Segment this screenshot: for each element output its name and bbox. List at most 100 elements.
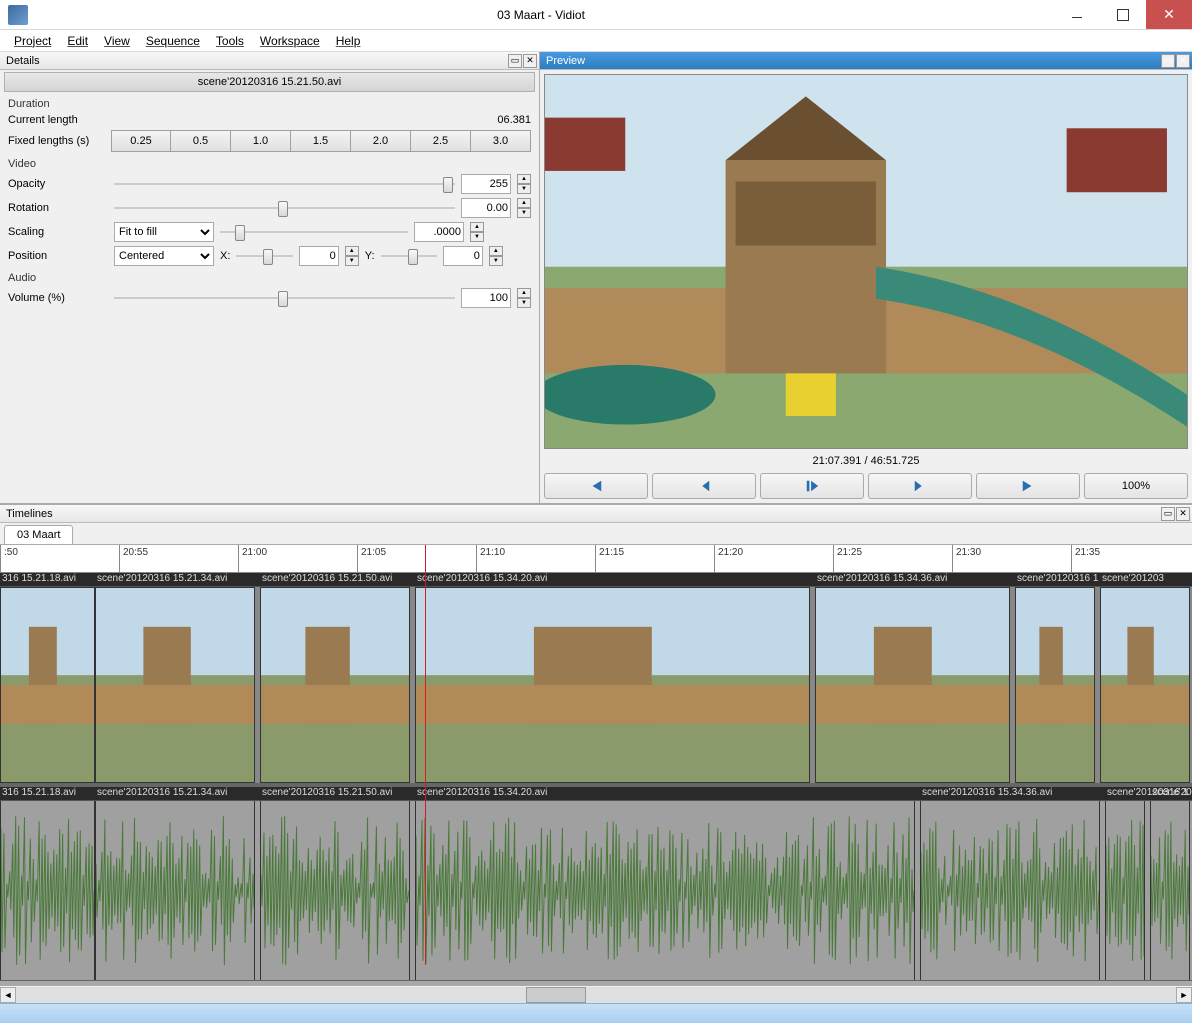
video-clip-label: scene'20120316 15.21.34.avi <box>95 573 227 584</box>
audio-clip[interactable] <box>415 801 915 980</box>
audio-clip[interactable] <box>0 801 95 980</box>
details-dock-button[interactable]: ▭ <box>508 54 522 68</box>
audio-clip-label: scene'201203 <box>1150 787 1192 798</box>
video-clip-label: scene'20120316 15.34.20.avi <box>415 573 547 584</box>
len-btn-1[interactable]: 0.5 <box>171 130 231 152</box>
zoom-level[interactable]: 100% <box>1084 473 1188 499</box>
video-clip[interactable] <box>1015 587 1095 783</box>
scaling-spin[interactable]: ▲▼ <box>470 222 484 242</box>
audio-clip[interactable] <box>1150 801 1190 980</box>
audio-clip[interactable] <box>95 801 255 980</box>
len-btn-3[interactable]: 1.5 <box>291 130 351 152</box>
rotation-spin[interactable]: ▲▼ <box>517 198 531 218</box>
audio-clip[interactable] <box>1105 801 1145 980</box>
current-length-value: 06.381 <box>497 114 531 126</box>
menu-edit[interactable]: Edit <box>61 32 94 50</box>
audio-clip[interactable] <box>920 801 1100 980</box>
pos-y-value[interactable] <box>443 246 483 266</box>
audio-clip[interactable] <box>260 801 410 980</box>
audio-clip-label: scene'20120316 15.21.50.avi <box>260 787 392 798</box>
len-btn-5[interactable]: 2.5 <box>411 130 471 152</box>
menu-sequence[interactable]: Sequence <box>140 32 206 50</box>
scroll-left-button[interactable]: ◄ <box>0 987 16 1003</box>
video-clip[interactable] <box>815 587 1010 783</box>
pos-y-spin[interactable]: ▲▼ <box>489 246 503 266</box>
volume-slider[interactable] <box>114 289 455 307</box>
position-mode[interactable]: Centered <box>114 246 214 266</box>
video-clip[interactable] <box>1100 587 1190 783</box>
go-start-button[interactable] <box>544 473 648 499</box>
details-header[interactable]: Details ▭ ✕ <box>0 52 539 70</box>
ruler-tick: 21:30 <box>952 545 981 573</box>
scroll-thumb[interactable] <box>526 987 586 1003</box>
timeline-tab[interactable]: 03 Maart <box>4 525 73 544</box>
opacity-spin[interactable]: ▲▼ <box>517 174 531 194</box>
timelines-panel: Timelines ▭ ✕ 03 Maart :5020:5521:0021:0… <box>0 504 1192 1003</box>
next-frame-button[interactable] <box>868 473 972 499</box>
len-btn-6[interactable]: 3.0 <box>471 130 531 152</box>
timeline-body[interactable]: :5020:5521:0021:0521:1021:1521:2021:2521… <box>0 545 1192 985</box>
preview-header[interactable]: Preview ▭ ✕ <box>540 52 1192 70</box>
ruler-tick: 21:20 <box>714 545 743 573</box>
pos-y-slider[interactable] <box>381 247 437 265</box>
video-clip[interactable] <box>415 587 810 783</box>
minimize-button[interactable] <box>1054 0 1100 29</box>
timelines-header[interactable]: Timelines ▭ ✕ <box>0 505 1192 523</box>
scaling-value[interactable] <box>414 222 464 242</box>
ruler-tick: 21:25 <box>833 545 862 573</box>
go-end-button[interactable] <box>976 473 1080 499</box>
video-clip-labels: 316 15.21.18.avi scene'20120316 15.21.34.… <box>0 573 1192 587</box>
opacity-value[interactable] <box>461 174 511 194</box>
pos-x-spin[interactable]: ▲▼ <box>345 246 359 266</box>
volume-spin[interactable]: ▲▼ <box>517 288 531 308</box>
timeline-ruler[interactable]: :5020:5521:0021:0521:1021:1521:2021:2521… <box>0 545 1192 573</box>
menu-help[interactable]: Help <box>330 32 367 50</box>
preview-title: Preview <box>546 55 585 67</box>
close-button[interactable] <box>1146 0 1192 29</box>
pos-y-label: Y: <box>365 250 375 262</box>
volume-value[interactable] <box>461 288 511 308</box>
titlebar: 03 Maart - Vidiot <box>0 0 1192 30</box>
menu-workspace[interactable]: Workspace <box>254 32 326 50</box>
menu-view[interactable]: View <box>98 32 136 50</box>
opacity-label: Opacity <box>8 178 108 190</box>
video-clip[interactable] <box>95 587 255 783</box>
fixed-lengths-label: Fixed lengths (s) <box>8 135 105 147</box>
len-btn-2[interactable]: 1.0 <box>231 130 291 152</box>
scaling-slider[interactable] <box>220 223 408 241</box>
menu-tools[interactable]: Tools <box>210 32 250 50</box>
len-btn-0[interactable]: 0.25 <box>111 130 171 152</box>
pos-x-label: X: <box>220 250 230 262</box>
scroll-right-button[interactable]: ► <box>1176 987 1192 1003</box>
timeline-scrollbar[interactable]: ◄ ► <box>0 985 1192 1003</box>
scaling-mode[interactable]: Fit to fill <box>114 222 214 242</box>
preview-panel: Preview ▭ ✕ 21:07.391 / 46:51.725 <box>540 52 1192 503</box>
audio-track[interactable] <box>0 801 1192 981</box>
video-clip-label: 316 15.21.18.avi <box>0 573 76 584</box>
maximize-button[interactable] <box>1100 0 1146 29</box>
pos-x-value[interactable] <box>299 246 339 266</box>
ruler-tick: 21:35 <box>1071 545 1100 573</box>
current-length-label: Current length <box>8 114 108 126</box>
video-clip[interactable] <box>260 587 410 783</box>
len-btn-4[interactable]: 2.0 <box>351 130 411 152</box>
preview-dock-button[interactable]: ▭ <box>1161 54 1175 68</box>
pos-x-slider[interactable] <box>236 247 292 265</box>
play-button[interactable] <box>760 473 864 499</box>
details-close-button[interactable]: ✕ <box>523 54 537 68</box>
video-clip[interactable] <box>0 587 95 783</box>
menu-project[interactable]: Project <box>8 32 57 50</box>
rotation-slider[interactable] <box>114 199 455 217</box>
opacity-slider[interactable] <box>114 175 455 193</box>
playhead[interactable] <box>425 545 426 965</box>
video-track[interactable] <box>0 587 1192 787</box>
timelines-title: Timelines <box>6 508 53 520</box>
preview-close-button[interactable]: ✕ <box>1176 54 1190 68</box>
timelines-dock-button[interactable]: ▭ <box>1161 507 1175 521</box>
prev-frame-button[interactable] <box>652 473 756 499</box>
timelines-close-button[interactable]: ✕ <box>1176 507 1190 521</box>
preview-viewport[interactable] <box>544 74 1188 449</box>
ruler-tick: 21:00 <box>238 545 267 573</box>
rotation-value[interactable] <box>461 198 511 218</box>
ruler-tick: 21:05 <box>357 545 386 573</box>
